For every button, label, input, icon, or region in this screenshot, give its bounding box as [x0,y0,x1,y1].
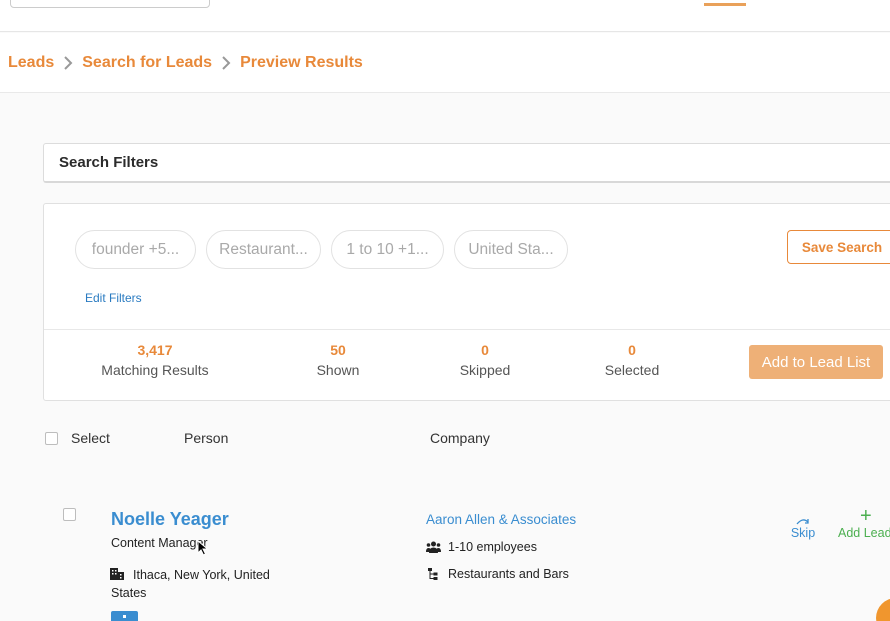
add-lead-button[interactable]: + Add Lead [838,506,890,540]
person-title: Content Manager [111,536,208,550]
skip-label: Skip [790,526,816,540]
stat-skipped: 0 Skipped [410,342,560,378]
skip-arrow-icon [786,508,820,526]
company-name-link[interactable]: Aaron Allen & Associates [426,512,576,527]
active-nav-tab-indicator [704,3,746,6]
column-header-company: Company [430,430,490,446]
stat-selected-label: Selected [604,362,660,378]
breadcrumb-preview-results[interactable]: Preview Results [240,54,363,72]
filter-chip-company-size[interactable]: 1 to 10 +1... [331,230,444,269]
edit-filters-link[interactable]: Edit Filters [85,291,142,305]
company-industry-text: Restaurants and Bars [448,567,569,581]
row-select-checkbox[interactable] [63,508,76,521]
column-header-person: Person [184,430,229,446]
users-icon [425,540,441,554]
search-filters-title: Search Filters [59,154,159,171]
hierarchy-icon [425,567,441,581]
search-filters-header[interactable]: Search Filters [43,143,890,183]
panel-divider [44,329,890,330]
linkedin-icon[interactable] [111,611,138,621]
column-header-select: Select [71,430,110,446]
company-industry: Restaurants and Bars [425,567,569,581]
stat-shown-value: 50 [330,342,346,358]
person-location: Ithaca, New York, United States [111,568,270,600]
stat-matching-label: Matching Results [101,362,209,378]
stat-matching-results: 3,417 Matching Results [80,342,230,378]
stat-skipped-label: Skipped [459,362,511,378]
filters-panel: founder +5... Restaurant... 1 to 10 +1..… [43,203,890,401]
filter-chip-title[interactable]: founder +5... [75,230,196,269]
skip-button[interactable]: Skip [786,508,820,540]
breadcrumb-search-for-leads[interactable]: Search for Leads [82,54,212,72]
stat-selected-value: 0 [628,342,636,358]
breadcrumb: Leads Search for Leads Preview Results [0,33,890,93]
global-search-input[interactable] [10,0,210,8]
add-lead-label: Add Lead [838,526,890,540]
top-navigation-bar [0,0,890,32]
company-employees: 1-10 employees [425,540,537,554]
save-search-button[interactable]: Save Search [787,230,890,264]
company-employees-text: 1-10 employees [448,540,537,554]
stat-shown-label: Shown [316,362,360,378]
help-chat-button[interactable] [876,598,890,621]
stat-skipped-value: 0 [481,342,489,358]
breadcrumb-leads[interactable]: Leads [8,54,54,72]
stat-selected: 0 Selected [557,342,707,378]
plus-icon: + [860,505,872,527]
chevron-right-icon [63,55,73,71]
stat-matching-value: 3,417 [137,342,173,358]
person-name-link[interactable]: Noelle Yeager [111,509,229,530]
filter-chip-industry[interactable]: Restaurant... [206,230,321,269]
chevron-right-icon [221,55,231,71]
add-to-lead-list-button[interactable]: Add to Lead List [749,345,883,379]
filter-chip-location[interactable]: United Sta... [454,230,568,269]
mouse-cursor-icon [197,540,209,556]
stat-shown: 50 Shown [263,342,413,378]
select-all-checkbox[interactable] [45,432,58,445]
